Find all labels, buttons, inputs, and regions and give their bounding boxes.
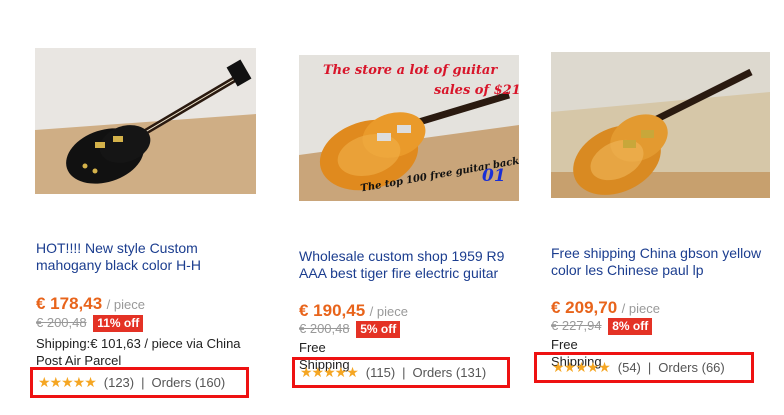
discount-badge: 5% off <box>356 321 401 338</box>
star-rating-icon: ★★★★★ <box>38 374 97 390</box>
rating-orders-highlight: ★★★★★ (123) | Orders (160) <box>30 367 249 398</box>
discount-badge: 11% off <box>93 315 144 332</box>
star-rating-icon: ★★★★★ <box>300 364 359 380</box>
price: € 178,43 <box>36 294 103 313</box>
old-price-row: € 200,48 11% off <box>36 315 144 332</box>
discount-badge: 8% off <box>608 318 653 335</box>
review-count[interactable]: (54) <box>618 360 641 375</box>
rating-orders-highlight: ★★★★★ (54) | Orders (66) <box>534 352 754 383</box>
shipping-text: Shipping:€ 101,63 / piece via China Post… <box>36 336 241 368</box>
original-price: € 200,48 <box>299 321 350 336</box>
shipping-info: Shipping:€ 101,63 / piece via China Post… <box>36 335 248 369</box>
product-title[interactable]: Wholesale custom shop 1959 R9 AAA best t… <box>299 248 519 282</box>
price-unit: / piece <box>621 301 660 316</box>
product-image-sunburst-guitar[interactable]: The store a lot of guitar sales of $219 … <box>299 55 519 201</box>
price-row: € 178,43 / piece <box>36 294 145 314</box>
old-price-row: € 200,48 5% off <box>299 321 401 338</box>
price-row: € 190,45 / piece <box>299 301 408 321</box>
separator: | <box>402 365 406 380</box>
star-rating-icon: ★★★★★ <box>552 359 611 375</box>
product-title[interactable]: HOT!!!! New style Custom mahogany black … <box>36 240 251 274</box>
price: € 190,45 <box>299 301 366 320</box>
review-count[interactable]: (115) <box>366 365 395 380</box>
image-promo-line2: sales of $219 <box>434 83 519 98</box>
product-image-black-guitar[interactable] <box>35 48 256 194</box>
separator: | <box>647 360 652 375</box>
order-count[interactable]: Orders (131) <box>413 365 487 380</box>
order-count[interactable]: Orders (66) <box>658 360 724 375</box>
original-price: € 200,48 <box>36 315 87 330</box>
review-count[interactable]: (123) <box>104 375 134 390</box>
separator: | <box>141 375 145 390</box>
price: € 209,70 <box>551 298 618 317</box>
product-title[interactable]: Free shipping China gbson yellow color l… <box>551 245 773 279</box>
order-count[interactable]: Orders (160) <box>152 375 226 390</box>
old-price-row: € 227,94 8% off <box>551 318 653 335</box>
price-unit: / piece <box>369 304 408 319</box>
image-badge-number: 01 <box>482 166 506 186</box>
rating-orders-highlight: ★★★★★ (115) | Orders (131) <box>292 357 510 388</box>
price-row: € 209,70 / piece <box>551 298 660 318</box>
image-promo-line1: The store a lot of guitar <box>323 63 498 78</box>
product-image-yellow-guitar[interactable] <box>551 52 770 198</box>
price-unit: / piece <box>106 297 145 312</box>
original-price: € 227,94 <box>551 318 602 333</box>
